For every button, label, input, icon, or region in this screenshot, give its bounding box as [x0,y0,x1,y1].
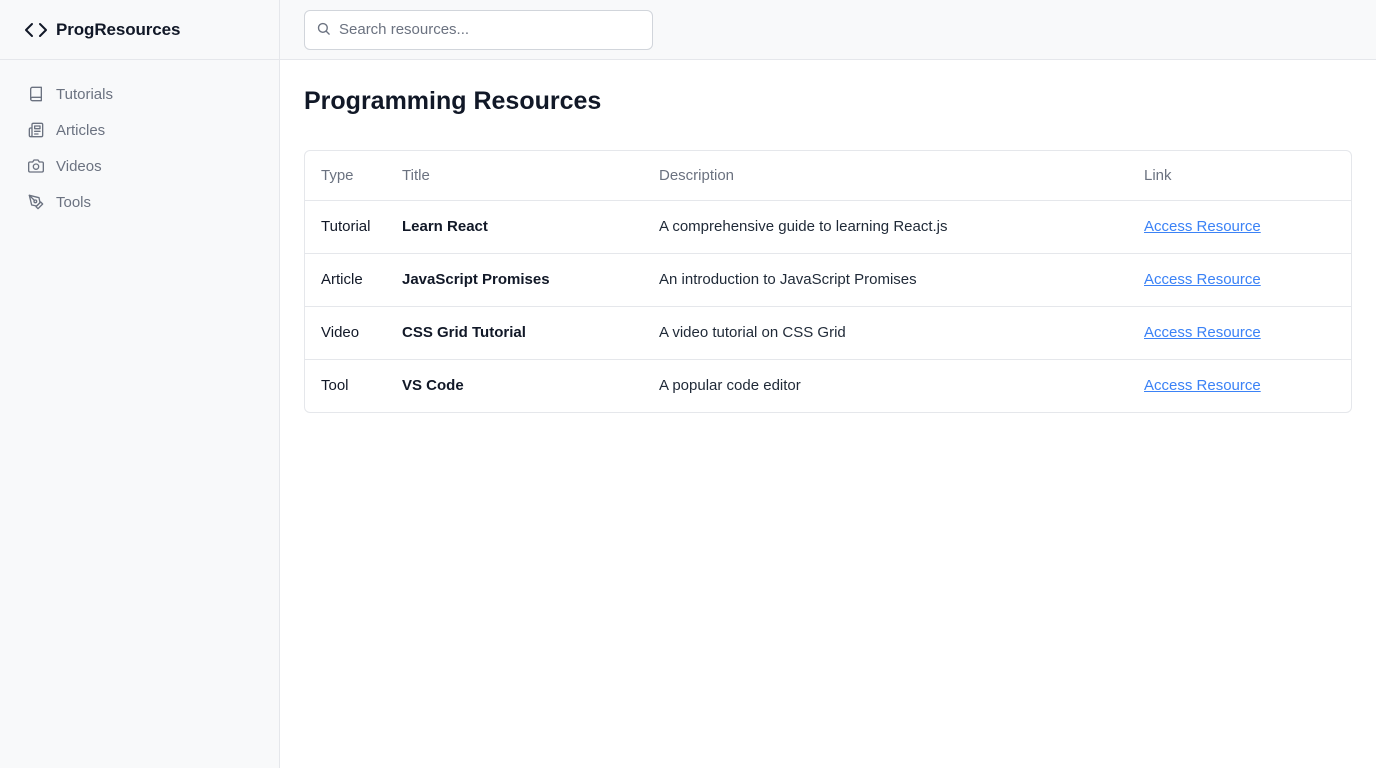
table-row: Video CSS Grid Tutorial A video tutorial… [305,306,1351,360]
brand[interactable]: ProgResources [0,0,279,60]
pen-tool-icon [28,194,44,210]
sidebar-item-label: Videos [56,157,102,175]
page-title: Programming Resources [304,87,602,115]
cell-description: An introduction to JavaScript Promises [643,253,1128,307]
cell-title: JavaScript Promises [386,253,643,307]
table-row: Article JavaScript Promises An introduct… [305,253,1351,307]
column-header-title: Title [386,151,643,201]
table-row: Tutorial Learn React A comprehensive gui… [305,200,1351,254]
table-header-row: Type Title Description Link [305,151,1351,201]
search-icon [316,21,331,36]
cell-type: Video [305,306,386,360]
code-icon [24,18,48,42]
camera-icon [28,158,44,174]
table-row: Tool VS Code A popular code editor Acces… [305,359,1351,412]
newspaper-icon [28,122,44,138]
cell-type: Tool [321,377,349,395]
sidebar-item-videos[interactable]: Videos [0,148,279,184]
cell-description: A popular code editor [659,377,801,395]
sidebar-item-label: Tutorials [56,85,113,103]
cell-link: Access Resource [1128,306,1351,360]
cell-description: A video tutorial on CSS Grid [643,306,1128,360]
book-icon [28,86,44,102]
brand-name: ProgResources [56,19,181,39]
content: Programming Resources Type Title Descrip… [280,60,1376,413]
sidebar-item-label: Tools [56,193,92,211]
sidebar-item-articles[interactable]: Articles [0,112,279,148]
top-bar [280,0,1376,60]
access-resource-link[interactable]: Access Resource [1144,271,1261,288]
cell-title: CSS Grid Tutorial [386,306,643,360]
search-box[interactable] [304,9,653,50]
cell-link: Access Resource [1128,359,1351,412]
access-resource-link[interactable]: Access Resource [1144,218,1261,235]
main-area: Programming Resources Type Title Descrip… [280,0,1376,768]
cell-type: Tutorial [305,200,386,254]
sidebar: ProgResources Tutorials Articles Videos … [0,0,280,768]
sidebar-item-tools[interactable]: Tools [0,184,279,220]
cell-link: Access Resource [1128,200,1351,254]
resources-table: Type Title Description Link Tutorial Lea… [304,150,1352,413]
access-resource-link[interactable]: Access Resource [1144,324,1261,341]
access-resource-link[interactable]: Access Resource [1144,377,1261,394]
cell-description: A comprehensive guide to learning React.… [643,200,1128,254]
search-input[interactable] [339,21,639,38]
cell-title: VS Code [402,377,464,395]
column-header-type: Type [305,151,386,201]
app-shell: ProgResources Tutorials Articles Videos … [0,0,1376,768]
sidebar-item-label: Articles [56,121,106,139]
sidebar-item-tutorials[interactable]: Tutorials [0,76,279,112]
cell-link: Access Resource [1128,253,1351,307]
sidebar-nav: Tutorials Articles Videos Tools [0,60,279,220]
cell-title: Learn React [386,200,643,254]
cell-type: Article [305,253,386,307]
column-header-description: Description [643,151,1128,201]
column-header-link: Link [1128,151,1351,201]
